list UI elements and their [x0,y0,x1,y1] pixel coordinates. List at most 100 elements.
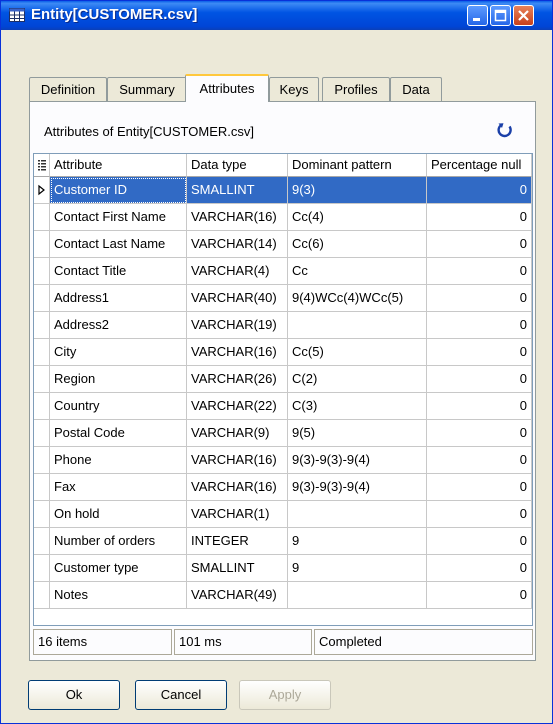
attribute-cell[interactable]: Postal Code [50,420,187,447]
table-row[interactable]: Contact First Name VARCHAR(16) Cc(4) 0 [34,204,532,231]
data-type-cell[interactable]: VARCHAR(26) [187,366,288,393]
percentage-null-cell[interactable]: 0 [427,339,532,366]
data-type-cell[interactable]: VARCHAR(9) [187,420,288,447]
data-type-cell[interactable]: VARCHAR(16) [187,474,288,501]
tab-keys[interactable]: Keys [269,77,319,101]
row-selector[interactable] [34,312,50,339]
cancel-button[interactable]: Cancel [135,680,227,710]
header-dominant-pattern[interactable]: Dominant pattern [288,154,427,177]
table-row[interactable]: Number of orders INTEGER 9 0 [34,528,532,555]
row-selector[interactable] [34,231,50,258]
attribute-cell[interactable]: Customer type [50,555,187,582]
table-row[interactable]: Country VARCHAR(22) C(3) 0 [34,393,532,420]
ok-button[interactable]: Ok [28,680,120,710]
table-row[interactable]: Region VARCHAR(26) C(2) 0 [34,366,532,393]
table-row[interactable]: Customer ID SMALLINT 9(3) 0 [34,177,532,204]
pattern-cell[interactable]: Cc(5) [288,339,427,366]
attribute-cell[interactable]: Contact Title [50,258,187,285]
row-selector[interactable] [34,555,50,582]
header-data-type[interactable]: Data type [187,154,288,177]
percentage-null-cell[interactable]: 0 [427,393,532,420]
tab-summary[interactable]: Summary [107,77,187,101]
attribute-cell[interactable]: Contact First Name [50,204,187,231]
attributes-grid[interactable]: Attribute Data type Dominant pattern Per… [33,153,533,626]
data-type-cell[interactable]: VARCHAR(49) [187,582,288,609]
percentage-null-cell[interactable]: 0 [427,501,532,528]
data-type-cell[interactable]: INTEGER [187,528,288,555]
tab-data[interactable]: Data [390,77,442,101]
row-selector[interactable] [34,204,50,231]
percentage-null-cell[interactable]: 0 [427,366,532,393]
tab-profiles[interactable]: Profiles [322,77,390,101]
pattern-cell[interactable]: C(2) [288,366,427,393]
percentage-null-cell[interactable]: 0 [427,258,532,285]
attribute-cell[interactable]: On hold [50,501,187,528]
percentage-null-cell[interactable]: 0 [427,420,532,447]
title-bar[interactable]: Entity[CUSTOMER.csv] [1,1,552,30]
row-selector[interactable] [34,501,50,528]
data-type-cell[interactable]: VARCHAR(16) [187,339,288,366]
percentage-null-cell[interactable]: 0 [427,447,532,474]
table-row[interactable]: Contact Title VARCHAR(4) Cc 0 [34,258,532,285]
percentage-null-cell[interactable]: 0 [427,177,532,204]
table-row[interactable]: Contact Last Name VARCHAR(14) Cc(6) 0 [34,231,532,258]
pattern-cell[interactable] [288,312,427,339]
pattern-cell[interactable] [288,501,427,528]
row-selector[interactable] [34,420,50,447]
column-menu-button[interactable] [34,154,50,177]
table-row[interactable]: Fax VARCHAR(16) 9(3)-9(3)-9(4) 0 [34,474,532,501]
attribute-cell[interactable]: Notes [50,582,187,609]
percentage-null-cell[interactable]: 0 [427,204,532,231]
percentage-null-cell[interactable]: 0 [427,582,532,609]
pattern-cell[interactable]: 9(4)WCc(4)WCc(5) [288,285,427,312]
tab-definition[interactable]: Definition [29,77,107,101]
header-attribute[interactable]: Attribute [50,154,187,177]
row-selector[interactable] [34,474,50,501]
pattern-cell[interactable]: 9(3)-9(3)-9(4) [288,447,427,474]
attribute-cell[interactable]: Address1 [50,285,187,312]
data-type-cell[interactable]: VARCHAR(16) [187,447,288,474]
row-selector[interactable] [34,582,50,609]
attribute-cell[interactable]: Address2 [50,312,187,339]
attribute-cell[interactable]: Fax [50,474,187,501]
pattern-cell[interactable]: Cc [288,258,427,285]
table-row[interactable]: City VARCHAR(16) Cc(5) 0 [34,339,532,366]
pattern-cell[interactable]: 9(5) [288,420,427,447]
pattern-cell[interactable]: 9 [288,528,427,555]
minimize-button[interactable] [467,5,488,26]
row-selector[interactable] [34,339,50,366]
attribute-cell[interactable]: Contact Last Name [50,231,187,258]
close-button[interactable] [513,5,534,26]
pattern-cell[interactable]: 9 [288,555,427,582]
data-type-cell[interactable]: VARCHAR(1) [187,501,288,528]
table-row[interactable]: On hold VARCHAR(1) 0 [34,501,532,528]
table-row[interactable]: Address1 VARCHAR(40) 9(4)WCc(4)WCc(5) 0 [34,285,532,312]
row-selector[interactable] [34,447,50,474]
row-selector[interactable] [34,258,50,285]
pattern-cell[interactable]: 9(3)-9(3)-9(4) [288,474,427,501]
attribute-cell[interactable]: Country [50,393,187,420]
row-selector[interactable] [34,177,50,204]
percentage-null-cell[interactable]: 0 [427,312,532,339]
row-selector[interactable] [34,528,50,555]
apply-button[interactable]: Apply [239,680,331,710]
data-type-cell[interactable]: VARCHAR(19) [187,312,288,339]
table-row[interactable]: Customer type SMALLINT 9 0 [34,555,532,582]
data-type-cell[interactable]: VARCHAR(22) [187,393,288,420]
percentage-null-cell[interactable]: 0 [427,528,532,555]
pattern-cell[interactable]: 9(3) [288,177,427,204]
attribute-cell[interactable]: Phone [50,447,187,474]
percentage-null-cell[interactable]: 0 [427,555,532,582]
percentage-null-cell[interactable]: 0 [427,474,532,501]
row-selector[interactable] [34,366,50,393]
attribute-cell[interactable]: City [50,339,187,366]
data-type-cell[interactable]: VARCHAR(16) [187,204,288,231]
attribute-cell[interactable]: Customer ID [50,177,187,204]
pattern-cell[interactable]: Cc(4) [288,204,427,231]
data-type-cell[interactable]: VARCHAR(40) [187,285,288,312]
table-row[interactable]: Address2 VARCHAR(19) 0 [34,312,532,339]
percentage-null-cell[interactable]: 0 [427,285,532,312]
data-type-cell[interactable]: VARCHAR(14) [187,231,288,258]
table-row[interactable]: Phone VARCHAR(16) 9(3)-9(3)-9(4) 0 [34,447,532,474]
maximize-button[interactable] [490,5,511,26]
